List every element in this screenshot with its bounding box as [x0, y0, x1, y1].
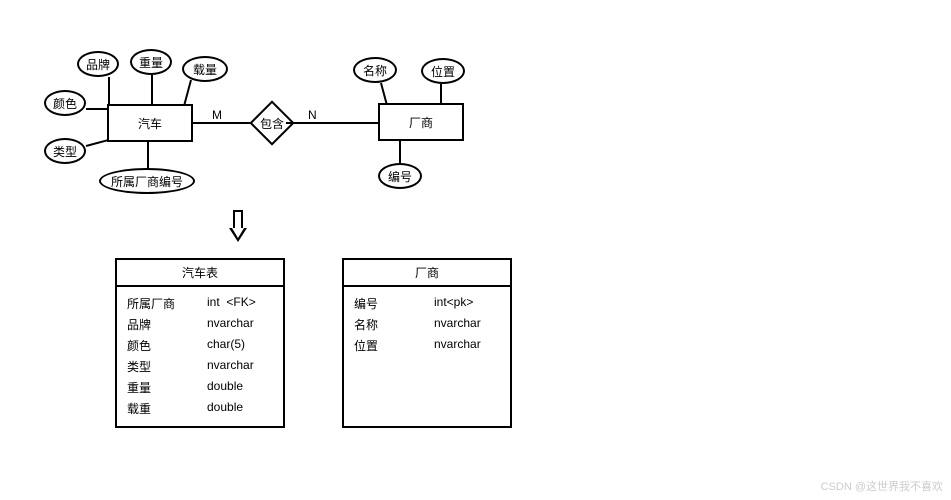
connector: [86, 139, 109, 147]
connector: [147, 142, 149, 168]
attr-name-label: 名称: [363, 62, 387, 79]
attr-color-label: 颜色: [53, 95, 77, 112]
table-manufacturer-title: 厂商: [344, 260, 510, 287]
connector: [151, 75, 153, 104]
attr-manufacturer-fk-label: 所属厂商编号: [111, 173, 183, 190]
cell: 颜色: [127, 337, 187, 354]
attr-color: 颜色: [44, 90, 86, 116]
cell: 品牌: [127, 316, 187, 333]
cardinality-right: N: [308, 108, 317, 122]
cell: nvarchar: [187, 358, 273, 375]
cell: double: [187, 379, 273, 396]
cell: int<pk>: [414, 295, 500, 312]
cell: 位置: [354, 337, 414, 354]
table-row: 颜色 char(5): [127, 335, 273, 356]
attr-id: 编号: [378, 163, 422, 189]
cell: 载重: [127, 400, 187, 417]
table-manufacturer: 厂商 编号 int<pk> 名称 nvarchar 位置 nvarchar: [342, 258, 512, 428]
cell: 编号: [354, 295, 414, 312]
table-row: 所属厂商 int <FK>: [127, 293, 273, 314]
cell: char(5): [187, 337, 273, 354]
table-manufacturer-body: 编号 int<pk> 名称 nvarchar 位置 nvarchar: [344, 287, 510, 362]
watermark: CSDN @这世界我不喜欢: [821, 478, 943, 494]
table-car: 汽车表 所属厂商 int <FK> 品牌 nvarchar 颜色 char(5)…: [115, 258, 285, 428]
attr-id-label: 编号: [388, 168, 412, 185]
attr-type-label: 类型: [53, 143, 77, 160]
cell: 类型: [127, 358, 187, 375]
connector: [286, 122, 378, 124]
diagram-canvas: 汽车 品牌 重量 载量 颜色 类型 所属厂商编号 M 包含 N 厂商 名称 位置: [0, 0, 951, 500]
table-row: 载重 double: [127, 398, 273, 419]
attr-brand-label: 品牌: [86, 56, 110, 73]
table-row: 名称 nvarchar: [354, 314, 500, 335]
table-car-body: 所属厂商 int <FK> 品牌 nvarchar 颜色 char(5) 类型 …: [117, 287, 283, 425]
cell: 重量: [127, 379, 187, 396]
table-row: 类型 nvarchar: [127, 356, 273, 377]
cell: double: [187, 400, 273, 417]
entity-car: 汽车: [107, 104, 193, 142]
attr-name: 名称: [353, 57, 397, 83]
table-car-title: 汽车表: [117, 260, 283, 287]
attr-capacity-label: 载量: [193, 61, 217, 78]
table-row: 品牌 nvarchar: [127, 314, 273, 335]
connector: [380, 83, 388, 105]
attr-location-label: 位置: [431, 63, 455, 80]
cell: nvarchar: [187, 316, 273, 333]
attr-weight: 重量: [130, 49, 172, 75]
table-row: 重量 double: [127, 377, 273, 398]
cell: nvarchar: [414, 337, 500, 354]
connector: [86, 108, 107, 110]
table-row: 位置 nvarchar: [354, 335, 500, 356]
connector: [108, 77, 110, 104]
entity-manufacturer: 厂商: [378, 103, 464, 141]
attr-capacity: 载量: [182, 56, 228, 82]
entity-manufacturer-label: 厂商: [409, 114, 433, 131]
cell: int <FK>: [187, 295, 273, 312]
relationship-label: 包含: [260, 115, 284, 132]
attr-location: 位置: [421, 58, 465, 84]
connector: [440, 84, 442, 104]
cell: 名称: [354, 316, 414, 333]
table-row: 编号 int<pk>: [354, 293, 500, 314]
arrow-down-icon: [229, 210, 243, 242]
attr-type: 类型: [44, 138, 86, 164]
entity-car-label: 汽车: [138, 115, 162, 132]
cell: nvarchar: [414, 316, 500, 333]
connector: [184, 80, 192, 105]
attr-weight-label: 重量: [139, 54, 163, 71]
attr-brand: 品牌: [77, 51, 119, 77]
attr-manufacturer-fk: 所属厂商编号: [99, 168, 195, 194]
cardinality-left: M: [212, 108, 222, 122]
connector: [399, 141, 401, 163]
cell: 所属厂商: [127, 295, 187, 312]
